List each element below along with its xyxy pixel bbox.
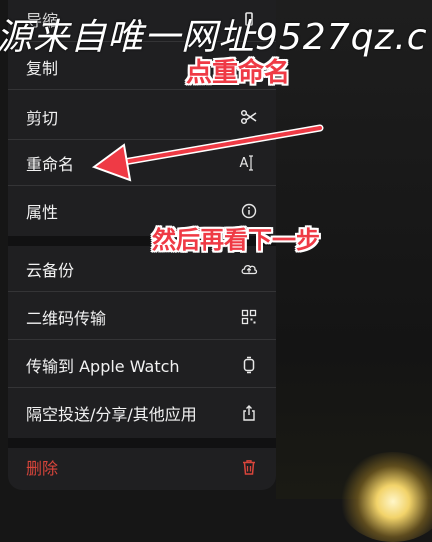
menu-item-label: 传输到 Apple Watch xyxy=(26,357,180,376)
menu-item-share[interactable]: 隔空投送/分享/其他应用 xyxy=(8,390,276,436)
menu-item-delete[interactable]: 删除 xyxy=(8,444,276,490)
menu-item-label: 删除 xyxy=(26,459,59,478)
cloud-upload-icon xyxy=(240,260,258,278)
info-circle-icon xyxy=(240,202,258,220)
menu-item-label: 属性 xyxy=(26,203,59,222)
menu-item-rename[interactable]: 重命名 A xyxy=(8,140,276,186)
menu-item-qr-transfer[interactable]: 二维码传输 xyxy=(8,294,276,340)
menu-item-apple-watch[interactable]: 传输到 Apple Watch xyxy=(8,342,276,388)
light-glow xyxy=(338,452,432,542)
text-cursor-icon: A xyxy=(239,155,254,171)
watch-icon xyxy=(240,356,258,374)
menu-item-cut[interactable]: 剪切 xyxy=(8,94,276,140)
menu-item-label: 剪切 xyxy=(26,109,59,128)
share-icon xyxy=(240,404,258,422)
menu-item-label: 云备份 xyxy=(26,261,75,280)
qr-code-icon xyxy=(240,308,258,326)
menu-item-label: 隔空投送/分享/其他应用 xyxy=(26,405,197,424)
trash-icon xyxy=(240,458,258,476)
scissors-icon xyxy=(240,108,258,126)
annotation-next-step: 然后再看下一步 xyxy=(152,226,320,254)
menu-item-label: 二维码传输 xyxy=(26,309,107,328)
annotation-rename: 点重命名 xyxy=(186,58,291,88)
menu-item-label: 重命名 xyxy=(26,155,75,174)
